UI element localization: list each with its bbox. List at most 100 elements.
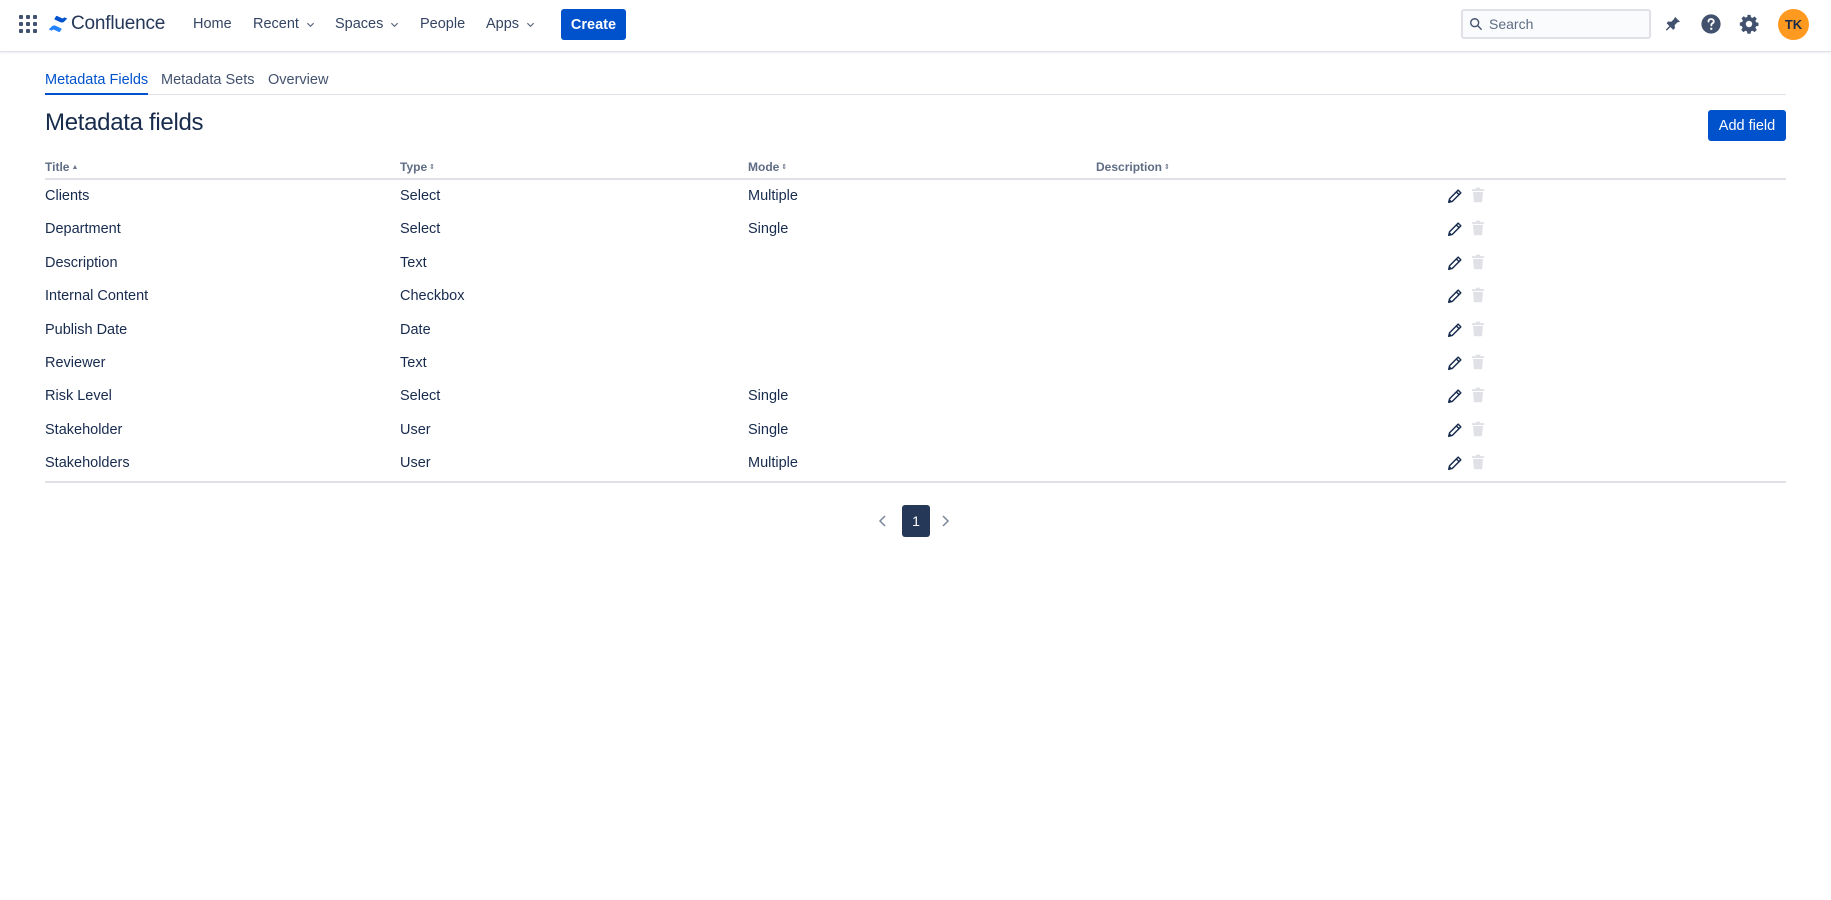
nav-apps[interactable]: Apps [486,14,535,34]
column-header-label: Type [400,160,428,174]
confluence-logo-icon [49,15,67,33]
cell-mode: Single [748,221,789,238]
sort-icon: ⇕ [781,163,788,171]
add-field-button[interactable]: Add field [1708,110,1786,141]
edit-icon[interactable] [1446,321,1464,339]
edit-icon[interactable] [1446,421,1464,439]
chevron-down-icon [526,22,535,27]
page-number-button[interactable]: 1 [902,505,930,537]
cell-type: Select [400,221,441,238]
help-icon[interactable] [1699,12,1723,36]
settings-icon[interactable] [1737,12,1761,36]
cell-type: User [400,455,431,472]
column-header-type[interactable]: Type ⇕ [400,160,435,174]
trash-icon[interactable] [1469,353,1487,371]
nav-spaces[interactable]: Spaces [335,14,399,34]
cell-mode: Single [748,421,789,438]
edit-icon[interactable] [1446,454,1464,472]
confluence-logo[interactable]: Confluence [49,12,165,36]
table-row: Reviewer Text [45,347,1786,380]
table-row: Stakeholders User Multiple [45,447,1786,480]
nav-home[interactable]: Home [193,14,232,34]
table-row: Clients Select Multiple [45,180,1786,213]
search-icon [1470,18,1482,30]
cell-type: Checkbox [400,288,465,305]
cell-title: Department [45,221,121,238]
cell-title: Stakeholder [45,421,123,438]
cell-title: Stakeholders [45,455,130,472]
trash-icon[interactable] [1469,320,1487,338]
sort-ascending-icon: ▲ [71,163,79,171]
create-button[interactable]: Create [561,9,626,40]
cell-title: Description [45,254,118,271]
table-footer-divider [45,480,1786,483]
nav-people-label: People [420,16,466,32]
trash-icon[interactable] [1469,219,1487,237]
notifications-icon[interactable] [1661,12,1685,36]
trash-icon[interactable] [1469,286,1487,304]
tab-metadata-sets[interactable]: Metadata Sets [161,72,255,95]
nav-spaces-label: Spaces [335,16,384,32]
table-row: Internal Content Checkbox [45,280,1786,313]
edit-icon[interactable] [1446,287,1464,305]
table-body: Clients Select Multiple Department Select Sin… [45,180,1786,481]
logo-text: Confluence [71,13,166,34]
trash-icon[interactable] [1469,186,1487,204]
edit-icon[interactable] [1446,387,1464,405]
cell-type: Text [400,354,427,371]
cell-title: Clients [45,188,90,204]
edit-icon[interactable] [1446,354,1464,372]
top-navigation: Confluence Home Recent Spaces People App… [0,0,1831,52]
cell-type: Select [400,388,441,405]
nav-recent[interactable]: Recent [253,14,315,34]
pagination: 1 [875,505,955,537]
tab-overview[interactable]: Overview [268,72,328,95]
cell-title: Publish Date [45,321,128,338]
cell-type: Text [400,254,427,271]
metadata-tabs: Metadata Fields Metadata Sets Overview [45,66,1786,95]
chevron-down-icon [306,22,315,27]
sort-icon: ⇕ [429,163,435,171]
edit-icon[interactable] [1446,254,1464,272]
nav-apps-label: Apps [486,16,520,32]
search-input[interactable] [1489,16,1639,32]
column-header-description[interactable]: Description ⇕ [1096,160,1170,174]
edit-icon[interactable] [1446,187,1464,205]
column-header-label: Title [45,160,70,174]
avatar[interactable]: TK [1778,9,1809,40]
column-header-label: Mode [748,160,780,174]
page-title: Metadata fields [45,109,204,136]
tab-metadata-fields[interactable]: Metadata Fields [45,72,149,95]
trash-icon[interactable] [1469,420,1487,438]
trash-icon[interactable] [1469,453,1487,471]
cell-mode: Single [748,388,789,405]
cell-mode: Multiple [748,188,798,204]
table-row: Risk Level Select Single [45,380,1786,413]
column-header-label: Description [1096,160,1163,174]
chevron-right-icon[interactable] [937,513,953,529]
metadata-fields-table: Title ▲ Type ⇕ Mode ⇕ Description ⇕ Clie… [45,156,1786,483]
table-header: Title ▲ Type ⇕ Mode ⇕ Description ⇕ [45,156,1786,180]
nav-people[interactable]: People [420,14,465,34]
cell-type: Select [400,188,441,204]
trash-icon[interactable] [1469,386,1487,404]
column-header-mode[interactable]: Mode ⇕ [748,160,787,174]
cell-title: Risk Level [45,388,112,405]
nav-recent-label: Recent [253,16,299,32]
search-field[interactable] [1461,9,1651,39]
sort-icon: ⇕ [1164,163,1170,171]
chevron-left-icon[interactable] [875,513,891,529]
cell-title: Reviewer [45,354,106,371]
edit-icon[interactable] [1446,220,1464,238]
table-row: Description Text [45,247,1786,280]
cell-title: Internal Content [45,288,149,305]
column-header-title[interactable]: Title ▲ [45,160,78,174]
chevron-down-icon [391,22,399,27]
nav-home-label: Home [193,16,232,32]
table-row: Stakeholder User Single [45,414,1786,447]
trash-icon[interactable] [1469,253,1487,271]
cell-type: Date [400,321,431,338]
table-row: Department Select Single [45,213,1786,246]
grid-icon[interactable] [19,15,37,33]
table-row: Publish Date Date [45,314,1786,347]
